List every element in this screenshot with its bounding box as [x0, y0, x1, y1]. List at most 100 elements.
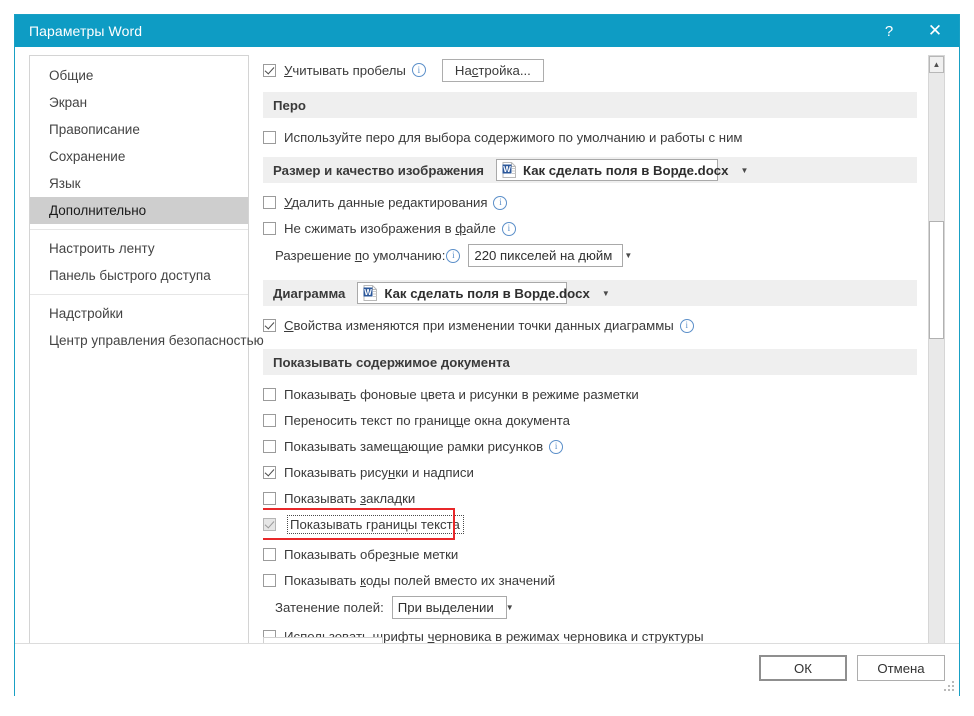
help-icon[interactable]: ? [867, 15, 911, 47]
scrollbar-thumb[interactable] [929, 221, 944, 339]
dialog-footer: ОК Отмена [15, 643, 959, 696]
checkbox-use-pen[interactable] [263, 131, 276, 144]
sidebar-item-general[interactable]: Общие [30, 62, 248, 89]
section-header-pen: Перо [263, 92, 917, 118]
option-row-show-drawings: Показывать рисунки и надписи [263, 462, 931, 483]
info-icon[interactable]: i [501, 221, 516, 236]
options-pane-content: Учитывать пробелы i На с тройка... Перо Ис… [263, 55, 931, 667]
checkbox-chart-properties[interactable] [263, 319, 276, 332]
section-header-image-quality: Размер и качество изображения W Как сдел… [263, 157, 917, 183]
svg-text:W: W [503, 165, 511, 174]
category-sidebar: Общие Экран Правописание Сохранение Язык… [29, 55, 264, 667]
chevron-down-icon: ▼ [505, 603, 514, 612]
info-icon[interactable]: i [446, 248, 461, 263]
option-label-show-text-boundaries: Показывать границы текста [287, 515, 464, 534]
option-label-use-pen: Используйте перо для выбора содержимого … [284, 130, 743, 145]
sidebar-item-addins[interactable]: Надстройки [30, 300, 248, 327]
svg-text:W: W [365, 288, 373, 297]
label-field-shading: Затенение полей: [275, 600, 384, 615]
option-row-discard-editing-data: Удалить данные редактирования i [263, 192, 931, 213]
option-row-count-spaces: Учитывать пробелы i На с тройка... [263, 57, 931, 83]
option-row-show-crop-marks: Показывать обрезные метки [263, 544, 931, 565]
checkbox-picture-placeholders[interactable] [263, 440, 276, 453]
combo-field-shading-value: При выделении [397, 600, 494, 615]
title-bar: Параметры Word ? ✕ [15, 15, 959, 47]
checkbox-show-text-boundaries[interactable] [263, 518, 276, 531]
section-header-chart: Диаграмма W Как сделать поля в Ворде.doc… [263, 280, 917, 306]
checkbox-wrap-text[interactable] [263, 414, 276, 427]
sidebar-item-trust-center[interactable]: Центр управления безопасностью [30, 327, 264, 354]
options-pane: Учитывать пробелы i На с тройка... Перо Ис… [263, 55, 947, 667]
chevron-down-icon: ▼ [601, 288, 610, 298]
checkbox-do-not-compress[interactable] [263, 222, 276, 235]
option-label-show-field-codes: Показывать коды полей вместо их значений [284, 573, 556, 588]
highlighted-option-group: Показывать границы текста [263, 508, 464, 540]
ok-button[interactable]: ОК [759, 655, 847, 681]
section-title-chart: Диаграмма [273, 285, 346, 301]
option-label-default-resolution: Разрешение по умолчанию: [275, 248, 446, 263]
option-label-show-bookmarks: Показывать закладки [284, 491, 416, 506]
sidebar-divider-2 [30, 294, 248, 295]
option-row-do-not-compress: Не сжимать изображения в файле i [263, 218, 931, 239]
option-label-discard-editing-data: Удалить данные редактирования [284, 195, 488, 210]
option-label-do-not-compress: Не сжимать изображения в файле [284, 221, 496, 236]
checkbox-show-field-codes[interactable] [263, 574, 276, 587]
checkbox-discard-editing-data[interactable] [263, 196, 276, 209]
combo-default-resolution-value: 220 пикселей на дюйм [474, 248, 613, 263]
section-header-show-content: Показывать содержимое документа [263, 349, 917, 375]
option-row-picture-placeholders: Показывать замещающие рамки рисунков i [263, 436, 931, 457]
section-title-show-content: Показывать содержимое документа [273, 354, 510, 370]
section-title-image-quality: Размер и качество изображения [273, 162, 484, 178]
options-scrollbar[interactable]: ▲ ▼ [928, 55, 945, 667]
dialog-body: Общие Экран Правописание Сохранение Язык… [15, 47, 959, 696]
sidebar-divider-1 [30, 229, 248, 230]
close-icon[interactable]: ✕ [911, 15, 959, 47]
sidebar-item-proofing[interactable]: Правописание [30, 116, 248, 143]
sidebar-item-customize-ribbon[interactable]: Настроить ленту [30, 235, 248, 262]
checkbox-show-drawings[interactable] [263, 466, 276, 479]
checkbox-show-bookmarks[interactable] [263, 492, 276, 505]
word-options-dialog: Параметры Word ? ✕ Общие Экран Правописа… [14, 14, 960, 696]
combo-chart-scope[interactable]: W Как сделать поля в Ворде.docx ▼ [357, 282, 610, 304]
info-icon[interactable]: i [493, 195, 508, 210]
option-row-show-bookmarks: Показывать закладки [263, 488, 931, 509]
option-row-show-field-codes: Показывать коды полей вместо их значений [263, 570, 931, 591]
option-row-wrap-text: Переносить текст по границце окна докуме… [263, 410, 931, 431]
word-doc-icon: W [363, 285, 378, 301]
scroll-up-button[interactable]: ▲ [929, 56, 944, 73]
word-doc-icon: W [502, 162, 517, 178]
checkbox-show-crop-marks[interactable] [263, 548, 276, 561]
sidebar-item-display[interactable]: Экран [30, 89, 248, 116]
combo-field-shading[interactable]: При выделении ▼ [391, 596, 514, 619]
combo-image-scope[interactable]: W Как сделать поля в Ворде.docx ▼ [496, 159, 748, 181]
info-icon[interactable]: i [549, 439, 564, 454]
option-row-default-resolution: Разрешение по умолчанию: i 220 пикселей … [263, 244, 931, 267]
cancel-button[interactable]: Отмена [857, 655, 945, 681]
sidebar-item-save[interactable]: Сохранение [30, 143, 248, 170]
chevron-down-icon: ▼ [740, 165, 749, 175]
info-icon[interactable]: i [679, 318, 694, 333]
option-label-chart-properties: Свойства изменяются при изменении точки … [284, 318, 674, 333]
checkbox-count-spaces[interactable] [263, 63, 276, 77]
combo-chart-scope-value: Как сделать поля в Ворде.docx [384, 285, 590, 301]
sidebar-item-language[interactable]: Язык [30, 170, 248, 197]
resize-grip[interactable] [944, 681, 956, 693]
sidebar-item-quick-access[interactable]: Панель быстрого доступа [30, 262, 248, 289]
window-title: Параметры Word [29, 23, 143, 39]
option-label-background-colors: Показывать фоновые цвета и рисунки в реж… [284, 387, 639, 402]
sidebar-item-advanced[interactable]: Дополнительно [30, 197, 248, 224]
section-title-pen: Перо [273, 97, 306, 113]
chevron-down-icon: ▼ [624, 251, 633, 260]
footer-buttons: ОК Отмена [759, 655, 945, 681]
option-label-count-spaces: Учитывать пробелы [284, 62, 406, 78]
option-row-field-shading: Затенение полей: При выделении ▼ [263, 596, 931, 619]
info-icon[interactable]: i [411, 63, 426, 77]
window-controls: ? ✕ [867, 15, 959, 47]
option-label-wrap-text: Переносить текст по границце окна докуме… [284, 413, 570, 428]
settings-button[interactable]: На с тройка... [441, 58, 544, 82]
checkbox-background-colors[interactable] [263, 388, 276, 401]
combo-default-resolution[interactable]: 220 пикселей на дюйм ▼ [468, 244, 632, 267]
option-label-picture-placeholders: Показывать замещающие рамки рисунков [284, 439, 544, 454]
option-label-show-drawings: Показывать рисунки и надписи [284, 465, 474, 480]
option-row-background-colors: Показывать фоновые цвета и рисунки в реж… [263, 384, 931, 405]
